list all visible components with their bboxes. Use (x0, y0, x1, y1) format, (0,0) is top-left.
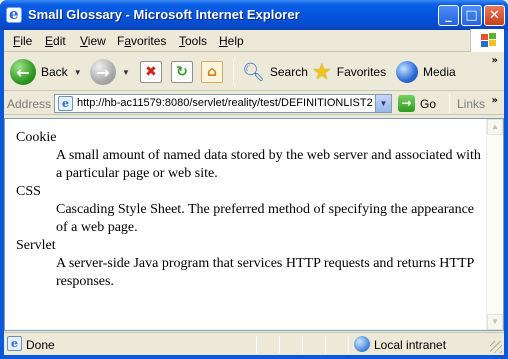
menu-favorites[interactable]: Favorites (117, 34, 166, 48)
home-button[interactable]: ⌂ (201, 57, 223, 87)
search-icon: 🔍︎ (242, 61, 265, 83)
go-label: Go (420, 96, 437, 111)
media-icon (396, 61, 418, 83)
media-button[interactable]: Media (396, 57, 456, 87)
status-text: Done (26, 338, 55, 352)
home-icon: ⌂ (201, 61, 223, 83)
search-label: Search (269, 65, 308, 79)
refresh-button[interactable]: ↻ (171, 57, 193, 87)
status-separator (256, 336, 257, 353)
status-bar: e Done Local intranet (4, 332, 504, 355)
menu-bar: File Edit View Favorites Tools Help (4, 29, 504, 52)
glossary-definition: A server-side Java program that services… (56, 256, 474, 289)
links-button[interactable]: Links (457, 97, 485, 111)
title-bar[interactable]: e Small Glossary - Microsoft Internet Ex… (0, 0, 508, 30)
standard-toolbar: ← Back ▼ → ▼ ✖ ↻ ⌂ 🔍︎ Search ★ Favorites… (4, 53, 504, 91)
browser-client-area: File Edit View Favorites Tools Help ← Ba… (4, 29, 504, 355)
media-label: Media (423, 65, 456, 79)
address-dropdown-icon[interactable]: ▼ (375, 95, 391, 112)
back-button[interactable]: ← Back ▼ (10, 57, 82, 87)
forward-dropdown-icon[interactable]: ▼ (122, 68, 130, 77)
glossary-definition: Cascading Style Sheet. The preferred met… (56, 202, 475, 235)
glossary-term: Cookie (16, 130, 57, 145)
scroll-up-icon[interactable]: ▲ (487, 119, 503, 135)
back-label: Back (41, 65, 68, 79)
page-icon: e (58, 96, 73, 111)
address-input[interactable]: e http://hb-ac11579:8080/servlet/reality… (54, 94, 392, 113)
status-separator (348, 336, 349, 353)
address-bar: Address e http://hb-ac11579:8080/servlet… (4, 92, 504, 115)
menu-edit[interactable]: Edit (45, 34, 66, 48)
menu-tools[interactable]: Tools (179, 34, 207, 48)
menu-view[interactable]: View (80, 34, 106, 48)
favorites-label: Favorites (336, 65, 387, 79)
minimize-button[interactable]: _ (438, 5, 459, 26)
scroll-down-icon[interactable]: ▼ (487, 314, 503, 330)
address-separator (449, 94, 450, 113)
status-separator (279, 336, 280, 353)
stop-icon: ✖ (140, 61, 162, 83)
toolbar-separator (233, 59, 234, 85)
glossary-term: Servlet (16, 238, 56, 253)
address-url[interactable]: http://hb-ac11579:8080/servlet/reality/t… (77, 97, 377, 109)
links-overflow-icon[interactable]: » (492, 95, 498, 106)
stop-button[interactable]: ✖ (140, 57, 162, 87)
page-content: Cookie A small amount of named data stor… (4, 118, 504, 331)
maximize-button[interactable]: □ (461, 5, 482, 26)
resize-grip[interactable] (490, 341, 502, 353)
address-label: Address (7, 97, 52, 111)
toolbar-overflow-icon[interactable]: » (492, 55, 498, 66)
go-button[interactable]: → Go (398, 95, 436, 112)
intranet-globe-icon (354, 336, 370, 352)
go-arrow-icon: → (398, 95, 415, 112)
security-zone: Local intranet (374, 338, 447, 352)
status-separator (325, 336, 326, 353)
back-dropdown-icon[interactable]: ▼ (74, 68, 82, 77)
glossary-definition-list: Cookie A small amount of named data stor… (16, 129, 486, 291)
forward-arrow-icon: → (90, 59, 116, 85)
internet-explorer-icon[interactable]: e (6, 5, 22, 23)
favorites-star-icon: ★ (312, 59, 332, 85)
refresh-icon: ↻ (171, 61, 193, 83)
status-page-icon: e (7, 336, 22, 351)
favorites-button[interactable]: ★ Favorites (312, 57, 386, 87)
menu-file[interactable]: File (13, 34, 32, 48)
close-button[interactable]: ✕ (484, 5, 505, 26)
menu-help[interactable]: Help (219, 34, 244, 48)
status-separator (302, 336, 303, 353)
back-arrow-icon: ← (10, 59, 36, 85)
search-button[interactable]: 🔍︎ Search (242, 57, 308, 87)
glossary-term: CSS (16, 184, 41, 199)
vertical-scrollbar[interactable]: ▲ ▼ (486, 119, 503, 330)
windows-logo-icon (470, 29, 504, 52)
glossary-definition: A small amount of named data stored by t… (56, 148, 481, 181)
browser-window: e Small Glossary - Microsoft Internet Ex… (0, 0, 508, 359)
forward-button[interactable]: → ▼ (90, 57, 130, 87)
window-title: Small Glossary - Microsoft Internet Expl… (28, 7, 300, 22)
